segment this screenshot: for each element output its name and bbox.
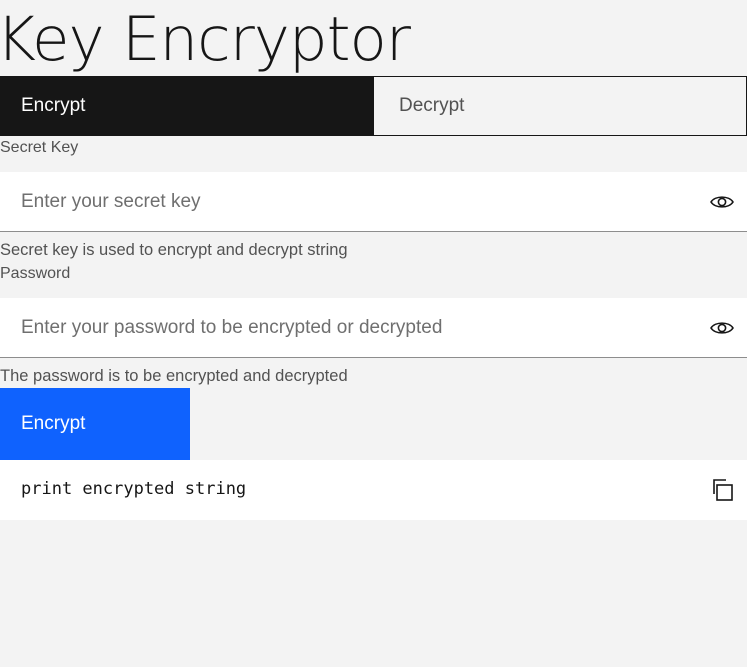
secret-key-field-wrapper [0,172,747,232]
secret-key-visibility-toggle[interactable] [709,190,735,214]
secret-key-label: Secret Key [0,139,79,156]
password-field-wrapper [0,298,747,358]
copy-icon [713,479,733,501]
copy-button[interactable] [709,477,735,503]
secret-key-helper-text: Secret key is used to encrypt and decryp… [0,241,348,259]
password-label: Password [0,265,71,282]
output-code-snippet: print encrypted string [0,460,747,520]
tab-decrypt-label: Decrypt [399,95,465,116]
encrypt-button[interactable]: Encrypt [0,388,190,460]
password-helper-text: The password is to be encrypted and decr… [0,367,348,385]
password-input[interactable] [0,298,690,357]
key-encryptor-app: Key Encryptor Encrypt Decrypt Secret Key… [0,0,747,667]
eye-icon [710,322,734,334]
mode-tabs: Encrypt Decrypt [0,76,747,136]
page-title: Key Encryptor [0,4,411,75]
tab-encrypt[interactable]: Encrypt [0,77,374,135]
eye-icon [710,196,734,208]
tab-decrypt[interactable]: Decrypt [374,77,746,135]
secret-key-input[interactable] [0,172,690,231]
output-text: print encrypted string [21,479,247,499]
tab-encrypt-label: Encrypt [21,95,86,116]
password-visibility-toggle[interactable] [709,316,735,340]
